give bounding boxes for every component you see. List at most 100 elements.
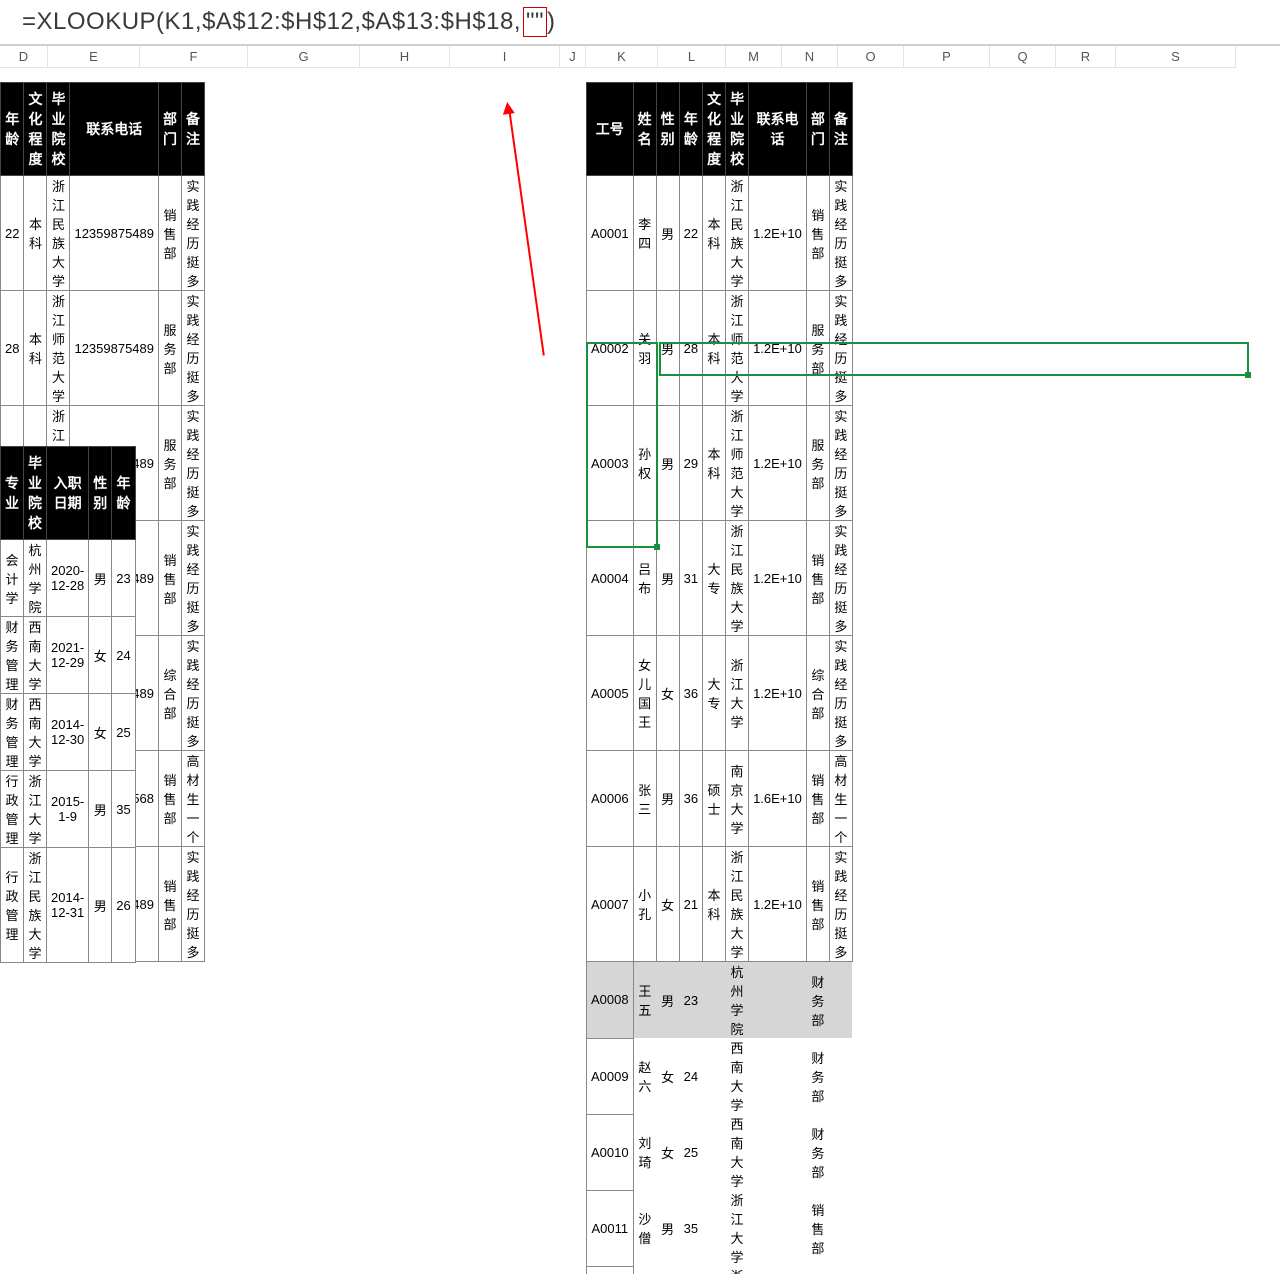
cell[interactable]: 杭州学院 xyxy=(726,962,749,1039)
col-header-M[interactable]: M xyxy=(726,46,782,68)
cell[interactable]: 浙江大学 xyxy=(726,636,749,751)
cell[interactable]: 实践经历挺多 xyxy=(829,176,852,291)
col-header-G[interactable]: G xyxy=(248,46,360,68)
cell[interactable] xyxy=(749,962,807,1039)
cell-id[interactable]: A0006 xyxy=(587,751,634,847)
cell[interactable]: 男 xyxy=(656,521,679,636)
cell[interactable]: 浙江民族大学 xyxy=(24,848,47,963)
col-header-L[interactable]: L xyxy=(658,46,726,68)
col-header-I[interactable]: I xyxy=(450,46,560,68)
cell[interactable]: 实践经历挺多 xyxy=(182,847,205,962)
cell[interactable]: 浙江师范大学 xyxy=(47,291,70,406)
cell[interactable]: 女 xyxy=(656,636,679,751)
table-row[interactable]: A0012诸葛亮男26浙江民族大学财务部 xyxy=(587,1266,853,1274)
cell[interactable]: 实践经历挺多 xyxy=(829,521,852,636)
cell-id[interactable]: A0001 xyxy=(587,176,634,291)
cell[interactable]: 本科 xyxy=(24,176,47,291)
cell-id[interactable]: A0003 xyxy=(587,406,634,521)
cell[interactable]: 男 xyxy=(656,751,679,847)
cell[interactable]: 实践经历挺多 xyxy=(182,291,205,406)
cell[interactable]: 实践经历挺多 xyxy=(829,291,852,406)
cell[interactable]: 浙江师范大学 xyxy=(726,406,749,521)
cell[interactable]: 浙江大学 xyxy=(726,1190,749,1266)
cell[interactable]: 女 xyxy=(656,1038,679,1114)
cell[interactable]: 1.2E+10 xyxy=(749,636,807,751)
cell[interactable]: 浙江民族大学 xyxy=(726,176,749,291)
table-row[interactable]: 行政管理浙江民族大学2014-12-31男26 xyxy=(1,848,136,963)
cell[interactable]: 女 xyxy=(89,694,112,771)
cell[interactable]: 服务部 xyxy=(806,406,829,521)
cell[interactable]: 西南大学 xyxy=(726,1114,749,1190)
cell[interactable]: 西南大学 xyxy=(726,1038,749,1114)
cell[interactable]: 浙江民族大学 xyxy=(726,1266,749,1274)
cell[interactable]: 女 xyxy=(89,617,112,694)
cell[interactable]: 36 xyxy=(679,751,702,847)
cell[interactable]: 男 xyxy=(89,848,112,963)
cell[interactable] xyxy=(749,1038,807,1114)
cell[interactable]: 财务部 xyxy=(806,1038,829,1114)
cell[interactable]: 35 xyxy=(112,771,135,848)
cell[interactable]: 本科 xyxy=(703,291,726,406)
table-row[interactable]: A0009赵六女24 西南大学 财务部 xyxy=(587,1038,853,1114)
cell[interactable]: 本科 xyxy=(703,176,726,291)
cell[interactable] xyxy=(829,1190,852,1266)
cell[interactable] xyxy=(703,1266,726,1274)
table-row[interactable]: A0005女儿国王女36大专浙江大学1.2E+10综合部实践经历挺多 xyxy=(587,636,853,751)
cell[interactable] xyxy=(829,1038,852,1114)
cell[interactable]: 男 xyxy=(656,176,679,291)
cell[interactable]: 西南大学 xyxy=(24,617,47,694)
cell[interactable]: 24 xyxy=(679,1038,702,1114)
table-row[interactable]: A0004吕布男31大专浙江民族大学1.2E+10销售部实践经历挺多 xyxy=(587,521,853,636)
cell[interactable] xyxy=(703,962,726,1039)
cell[interactable]: 女 xyxy=(656,1114,679,1190)
cell[interactable]: 实践经历挺多 xyxy=(182,636,205,751)
col-header-O[interactable]: O xyxy=(838,46,904,68)
cell[interactable]: 23 xyxy=(112,540,135,617)
cell[interactable]: 销售部 xyxy=(806,176,829,291)
cell[interactable]: 吕布 xyxy=(633,521,656,636)
cell[interactable]: 赵六 xyxy=(633,1038,656,1114)
cell[interactable]: 21 xyxy=(679,847,702,962)
cell[interactable]: 12359875489 xyxy=(70,176,159,291)
table-row[interactable]: 28本科浙江师范大学12359875489服务部实践经历挺多 xyxy=(1,291,205,406)
cell-id[interactable]: A0009 xyxy=(587,1038,634,1114)
cell[interactable]: 2014-12-30 xyxy=(47,694,89,771)
cell[interactable]: 销售部 xyxy=(159,521,182,636)
cell[interactable]: 实践经历挺多 xyxy=(829,847,852,962)
table-row[interactable]: 行政管理浙江大学2015-1-9男35 xyxy=(1,771,136,848)
cell[interactable]: 本科 xyxy=(703,406,726,521)
cell[interactable]: 销售部 xyxy=(159,176,182,291)
cell[interactable]: 服务部 xyxy=(159,291,182,406)
cell[interactable]: 2021-12-29 xyxy=(47,617,89,694)
cell[interactable]: 本科 xyxy=(703,847,726,962)
cell[interactable]: 关羽 xyxy=(633,291,656,406)
cell[interactable]: 诸葛亮 xyxy=(633,1266,656,1274)
cell[interactable]: 销售部 xyxy=(159,847,182,962)
cell[interactable] xyxy=(749,1190,807,1266)
cell[interactable]: 销售部 xyxy=(806,751,829,847)
cell[interactable]: 王五 xyxy=(633,962,656,1039)
table-right[interactable]: 工号姓名性别年龄文化程度毕业院校联系电话部门备注 A0001李四男22本科浙江民… xyxy=(586,82,853,1274)
cell[interactable]: 财务部 xyxy=(806,1266,829,1274)
table-row[interactable]: 财务管理西南大学2014-12-30女25 xyxy=(1,694,136,771)
cell[interactable]: 28 xyxy=(1,291,24,406)
cell[interactable]: 张三 xyxy=(633,751,656,847)
cell[interactable]: 销售部 xyxy=(806,521,829,636)
cell[interactable]: 浙江民族大学 xyxy=(726,521,749,636)
cell-id[interactable]: A0004 xyxy=(587,521,634,636)
cell[interactable] xyxy=(703,1038,726,1114)
cell[interactable]: 实践经历挺多 xyxy=(829,406,852,521)
cell[interactable]: 女儿国王 xyxy=(633,636,656,751)
cell[interactable]: 浙江师范大学 xyxy=(726,291,749,406)
col-header-F[interactable]: F xyxy=(140,46,248,68)
cell[interactable]: 综合部 xyxy=(806,636,829,751)
cell[interactable]: 服务部 xyxy=(159,406,182,521)
cell[interactable]: 36 xyxy=(679,636,702,751)
cell[interactable]: 1.2E+10 xyxy=(749,406,807,521)
cell[interactable]: 26 xyxy=(679,1266,702,1274)
table-left-lower[interactable]: 专业毕业院校入职日期性别年龄 会计学杭州学院2020-12-28男23财务管理西… xyxy=(0,446,136,963)
cell[interactable]: 实践经历挺多 xyxy=(182,176,205,291)
cell[interactable]: 会计学 xyxy=(1,540,24,617)
col-header-H[interactable]: H xyxy=(360,46,450,68)
cell[interactable] xyxy=(829,1266,852,1274)
